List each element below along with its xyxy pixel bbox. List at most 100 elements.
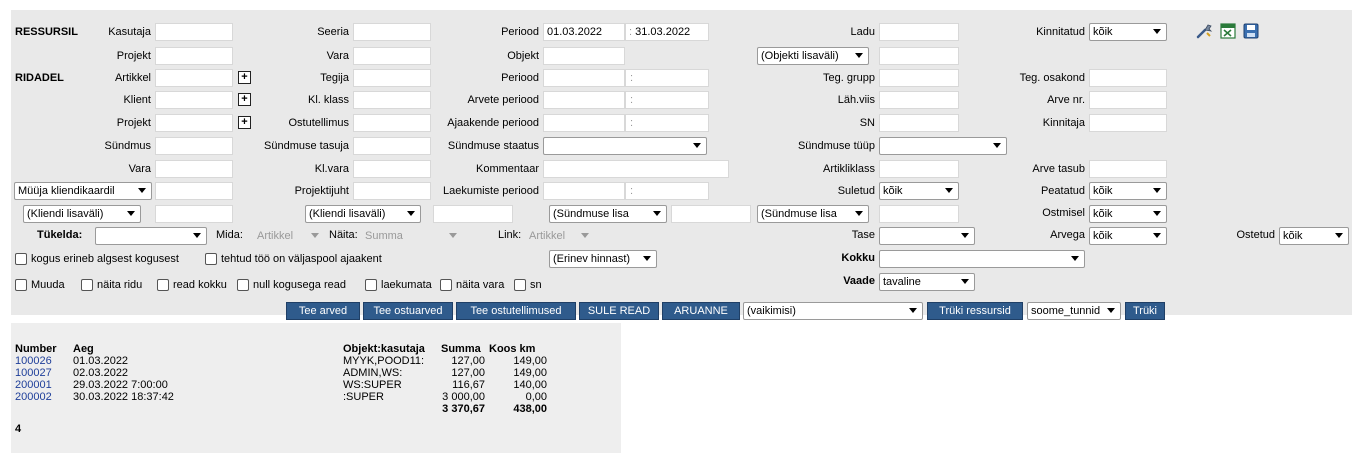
vaikimisi-select[interactable]: (vaikimisi): [743, 302, 923, 320]
null-kogusega-label: null kogusega read: [253, 279, 346, 291]
klient-input[interactable]: [155, 91, 233, 109]
tehtud-too-label: tehtud töö on väljaspool ajaakent: [221, 253, 382, 265]
truki-button[interactable]: Trüki: [1125, 302, 1165, 320]
myyja-input[interactable]: [155, 182, 233, 200]
syndmuse-lisa-2-select[interactable]: (Sündmuse lisa: [757, 205, 869, 223]
mida-select[interactable]: Artikkel: [253, 227, 325, 245]
naita-select[interactable]: Summa: [361, 227, 463, 245]
ostutellimus-input[interactable]: [353, 114, 431, 132]
syndmus-input[interactable]: [155, 137, 233, 155]
objekti-lisavali-input[interactable]: [879, 47, 959, 65]
null-kogusega-checkbox[interactable]: [237, 279, 249, 291]
arve-nr-input[interactable]: [1089, 91, 1167, 109]
tee-arved-button[interactable]: Tee arved: [286, 302, 360, 320]
read-kokku-checkbox[interactable]: [157, 279, 169, 291]
periood-from-input[interactable]: 01.03.2022: [543, 23, 625, 41]
laekumata-checkbox[interactable]: [365, 279, 377, 291]
truki-ressursid-button[interactable]: Trüki ressursid: [927, 302, 1023, 320]
sule-read-button[interactable]: SULE READ: [579, 302, 659, 320]
kasutaja-input[interactable]: [155, 23, 233, 41]
syndmuse-lisa-1-input[interactable]: [671, 205, 751, 223]
wrench-icon[interactable]: [1195, 22, 1213, 40]
seeria-input[interactable]: [353, 23, 431, 41]
artikkel-input[interactable]: [155, 69, 233, 87]
kokku-select[interactable]: [879, 250, 1085, 268]
myyja-select[interactable]: Müüja kliendikaardil: [14, 182, 152, 200]
objekti-lisavali-select[interactable]: (Objekti lisaväli): [757, 47, 869, 65]
objekt-input[interactable]: [543, 47, 625, 65]
tegija-input[interactable]: [353, 69, 431, 87]
link-select[interactable]: Artikkel: [525, 227, 595, 245]
tykelda-select[interactable]: [95, 227, 207, 245]
excel-icon[interactable]: [1219, 22, 1237, 40]
laekumiste-from-input[interactable]: [543, 182, 625, 200]
teg-osakond-input[interactable]: [1089, 69, 1167, 87]
projekt2-input[interactable]: [155, 114, 233, 132]
kogus-erineb-checkbox[interactable]: [15, 253, 27, 265]
kliendi-lisavali-1-input[interactable]: [155, 205, 233, 223]
sn-input[interactable]: [879, 114, 959, 132]
ostmisel-select[interactable]: kõik: [1089, 205, 1167, 223]
arve-tasub-input[interactable]: [1089, 160, 1167, 178]
projekt-add-icon[interactable]: +: [238, 116, 251, 129]
projektijuht-input[interactable]: [353, 182, 431, 200]
kliendi-lisavali-2-input[interactable]: [433, 205, 513, 223]
vara-input[interactable]: [353, 47, 431, 65]
suletud-select[interactable]: kõik: [879, 182, 959, 200]
row-number-link[interactable]: 200001: [15, 379, 73, 391]
row-number-link[interactable]: 200002: [15, 391, 73, 403]
syndmuse-staatus-select[interactable]: [543, 137, 707, 155]
kommentaar-input[interactable]: [543, 160, 729, 178]
peatatud-select[interactable]: kõik: [1089, 182, 1167, 200]
row-number-link[interactable]: 100026: [15, 355, 73, 367]
erinev-hinnast-select[interactable]: (Erinev hinnast): [549, 250, 657, 268]
tehtud-too-checkbox[interactable]: [205, 253, 217, 265]
periood2-from-input[interactable]: [543, 69, 625, 87]
aruanne-button[interactable]: ARUANNE: [662, 302, 740, 320]
klient-add-icon[interactable]: +: [238, 93, 251, 106]
artikkel-add-icon[interactable]: +: [238, 71, 251, 84]
artikliklass-input[interactable]: [879, 160, 959, 178]
syndmuse-tasuja-input[interactable]: [353, 137, 431, 155]
row-number-link[interactable]: 100027: [15, 367, 73, 379]
arvega-select[interactable]: kõik: [1089, 227, 1167, 245]
tee-ostutellimused-button[interactable]: Tee ostutellimused: [456, 302, 576, 320]
vara2-input[interactable]: [155, 160, 233, 178]
lah-viis-input[interactable]: [879, 91, 959, 109]
syndmuse-lisa-1-select[interactable]: (Sündmuse lisa: [549, 205, 667, 223]
kinnitaja-input[interactable]: [1089, 114, 1167, 132]
tee-ostuarved-button[interactable]: Tee ostuarved: [363, 302, 453, 320]
laekumiste-to-input[interactable]: :: [625, 182, 709, 200]
naita-vara-checkbox[interactable]: [440, 279, 452, 291]
teg-grupp-input[interactable]: [879, 69, 959, 87]
save-icon[interactable]: [1242, 22, 1260, 40]
kl-vara-input[interactable]: [353, 160, 431, 178]
tase-select[interactable]: [879, 227, 975, 245]
seeria-label: Seeria: [317, 26, 349, 38]
syndmuse-tyyp-select[interactable]: [879, 137, 1007, 155]
projekt-input[interactable]: [155, 47, 233, 65]
row-koos-km: 149,00: [513, 367, 547, 379]
kinnitatud-select[interactable]: kõik: [1089, 23, 1167, 41]
vaade-select[interactable]: tavaline: [879, 273, 975, 291]
ladu-input[interactable]: [879, 23, 959, 41]
kliendi-lisavali-1-select[interactable]: (Kliendi lisaväli): [23, 205, 141, 223]
naita-ridu-checkbox[interactable]: [81, 279, 93, 291]
arvete-periood-to-input[interactable]: :: [625, 91, 709, 109]
ostetud-select[interactable]: kõik: [1279, 227, 1349, 245]
section-ridadel: RIDADEL: [15, 72, 64, 84]
kl-klass-input[interactable]: [353, 91, 431, 109]
soome-tunnid-select[interactable]: soome_tunnid: [1027, 302, 1121, 320]
periood2-to-input[interactable]: :: [625, 69, 709, 87]
vaade-label: Vaade: [843, 275, 875, 287]
mida-label: Mida:: [216, 229, 243, 241]
tase-label: Tase: [851, 229, 875, 241]
ajaakende-to-input[interactable]: :: [625, 114, 709, 132]
sn-checkbox[interactable]: [514, 279, 526, 291]
ajaakende-from-input[interactable]: [543, 114, 625, 132]
kliendi-lisavali-2-select[interactable]: (Kliendi lisaväli): [305, 205, 421, 223]
arvete-periood-from-input[interactable]: [543, 91, 625, 109]
periood-to-input[interactable]: : 31.03.2022: [625, 23, 709, 41]
muuda-checkbox[interactable]: [15, 279, 27, 291]
syndmuse-lisa-2-input[interactable]: [879, 205, 959, 223]
